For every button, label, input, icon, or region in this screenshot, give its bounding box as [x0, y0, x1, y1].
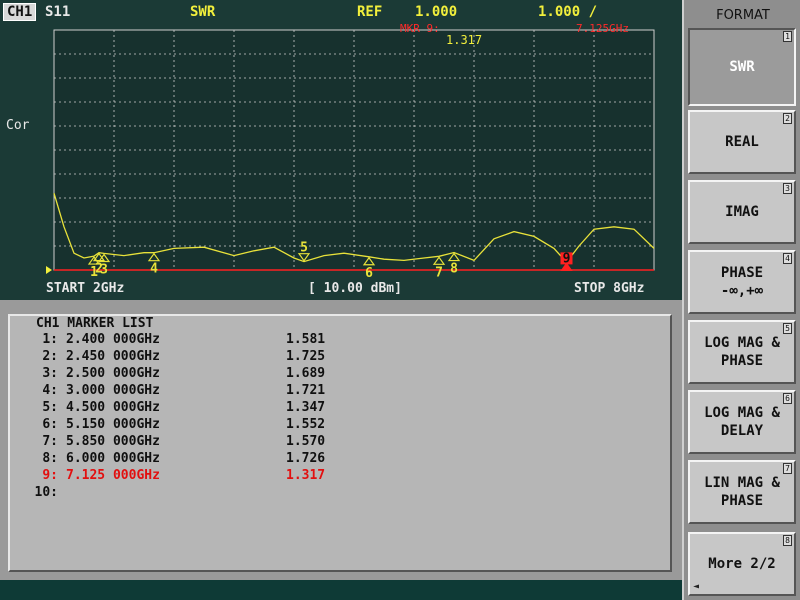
marker-swr-value: 1.721 [286, 383, 326, 398]
marker-frequency: 3.000 000GHz [66, 383, 160, 398]
marker-frequency: 7.125 000GHz [66, 468, 160, 483]
softkey-1[interactable]: SWR 1 [688, 28, 796, 106]
active-marker-frequency: 7.125GHz [576, 22, 629, 35]
marker-swr-value: 1.347 [286, 400, 326, 415]
softkey-number-badge: 6 [783, 393, 792, 404]
sweep-info-bar: START 2GHz [ 10.00 dBm] STOP 8GHz [0, 278, 682, 300]
marker-swr-value: 1.581 [286, 332, 326, 347]
channel-status-bar: CH1 S11 SWR REF 1.000 1.000 / [0, 0, 682, 24]
stop-frequency: STOP 8GHz [574, 281, 645, 296]
softkey-label: PHASE -∞,+∞ [720, 265, 764, 299]
channel-badge[interactable]: CH1 [3, 3, 37, 21]
marker-number: 3: [42, 366, 58, 381]
correction-indicator: Cor [6, 118, 30, 133]
marker-swr-value: 1.570 [286, 434, 326, 449]
marker-number: 2: [42, 349, 58, 364]
softkey-label: SWR [729, 59, 755, 75]
active-marker-value: 1.317 [446, 33, 483, 47]
marker-number: 10: [34, 485, 58, 500]
softkey-number-badge: 3 [783, 183, 792, 194]
trace-panel: 123456789 CH1 S11 SWR REF 1.000 1.000 / … [0, 0, 682, 300]
marker-swr-value: 1.725 [286, 349, 326, 364]
marker-number: 4: [42, 383, 58, 398]
marker-number: 1: [42, 332, 58, 347]
softkey-number-badge: 7 [783, 463, 792, 474]
marker-frequency: 2.500 000GHz [66, 366, 160, 381]
marker-number: 6: [42, 417, 58, 432]
softkey-label: LOG MAG & DELAY [704, 405, 780, 439]
scale-value: 1.000 / [538, 4, 598, 20]
marker-frequency: 5.850 000GHz [66, 434, 160, 449]
marker-swr-value: 1.689 [286, 366, 326, 381]
left-arrow-icon: ◄ [693, 581, 700, 592]
marker-frequency: 4.500 000GHz [66, 400, 160, 415]
marker-number: 7: [42, 434, 58, 449]
ref-label: REF [357, 4, 383, 20]
marker-frequency: 2.400 000GHz [66, 332, 160, 347]
softkey-number-badge: 5 [783, 323, 792, 334]
format-label: SWR [190, 4, 216, 20]
marker-id-label: 8 [450, 262, 458, 277]
softkey-label: REAL [725, 134, 759, 150]
format-softkey-menu: FORMAT SWR 1 REAL 2 IMAG 3 PHASE -∞,+∞ 4 LOG MAG… [682, 0, 800, 600]
menu-title: FORMAT [716, 8, 770, 23]
softkey-number-badge: 8 [783, 535, 792, 546]
reference-pointer-icon [46, 266, 52, 274]
marker-frequency: 2.450 000GHz [66, 349, 160, 364]
marker-id-label: 9 [563, 251, 571, 266]
marker-id-label: 5 [300, 241, 308, 256]
softkey-label: More 2/2 [708, 556, 776, 572]
start-frequency: START 2GHz [46, 281, 125, 296]
softkey-2[interactable]: REAL 2 [688, 110, 796, 174]
softkey-label: LOG MAG & PHASE [704, 335, 780, 369]
softkey-7[interactable]: LIN MAG & PHASE 7 [688, 460, 796, 524]
softkey-label: LIN MAG & PHASE [704, 475, 780, 509]
softkey-label: IMAG [725, 204, 759, 220]
softkey-number-badge: 2 [783, 113, 792, 124]
marker-number: 8: [42, 451, 58, 466]
marker-list-title: CH1 MARKER LIST [34, 316, 156, 331]
softkey-5[interactable]: LOG MAG & PHASE 5 [688, 320, 796, 384]
softkey-3[interactable]: IMAG 3 [688, 180, 796, 244]
marker-frequency: 6.000 000GHz [66, 451, 160, 466]
marker-id-label: 3 [100, 262, 108, 277]
softkey-8[interactable]: More 2/2 8 ◄ [688, 532, 796, 596]
swr-chart: 123 456 7 89 [46, 29, 655, 281]
marker-number: 5: [42, 400, 58, 415]
softkey-4[interactable]: PHASE -∞,+∞ 4 [688, 250, 796, 314]
marker-swr-value: 1.552 [286, 417, 326, 432]
marker-swr-value: 1.726 [286, 451, 326, 466]
marker-id-label: 4 [150, 262, 158, 277]
marker-frequency: 5.150 000GHz [66, 417, 160, 432]
active-marker-label: MKR 9: [400, 22, 440, 35]
status-strip [0, 580, 682, 600]
measurement-label: S11 [45, 4, 71, 20]
softkey-6[interactable]: LOG MAG & DELAY 6 [688, 390, 796, 454]
marker-swr-value: 1.317 [286, 468, 326, 483]
softkey-number-badge: 4 [783, 253, 792, 264]
source-power: [ 10.00 dBm] [308, 281, 402, 296]
ref-value: 1.000 [415, 4, 458, 20]
softkey-number-badge: 1 [783, 31, 792, 42]
marker-number: 9: [42, 468, 58, 483]
